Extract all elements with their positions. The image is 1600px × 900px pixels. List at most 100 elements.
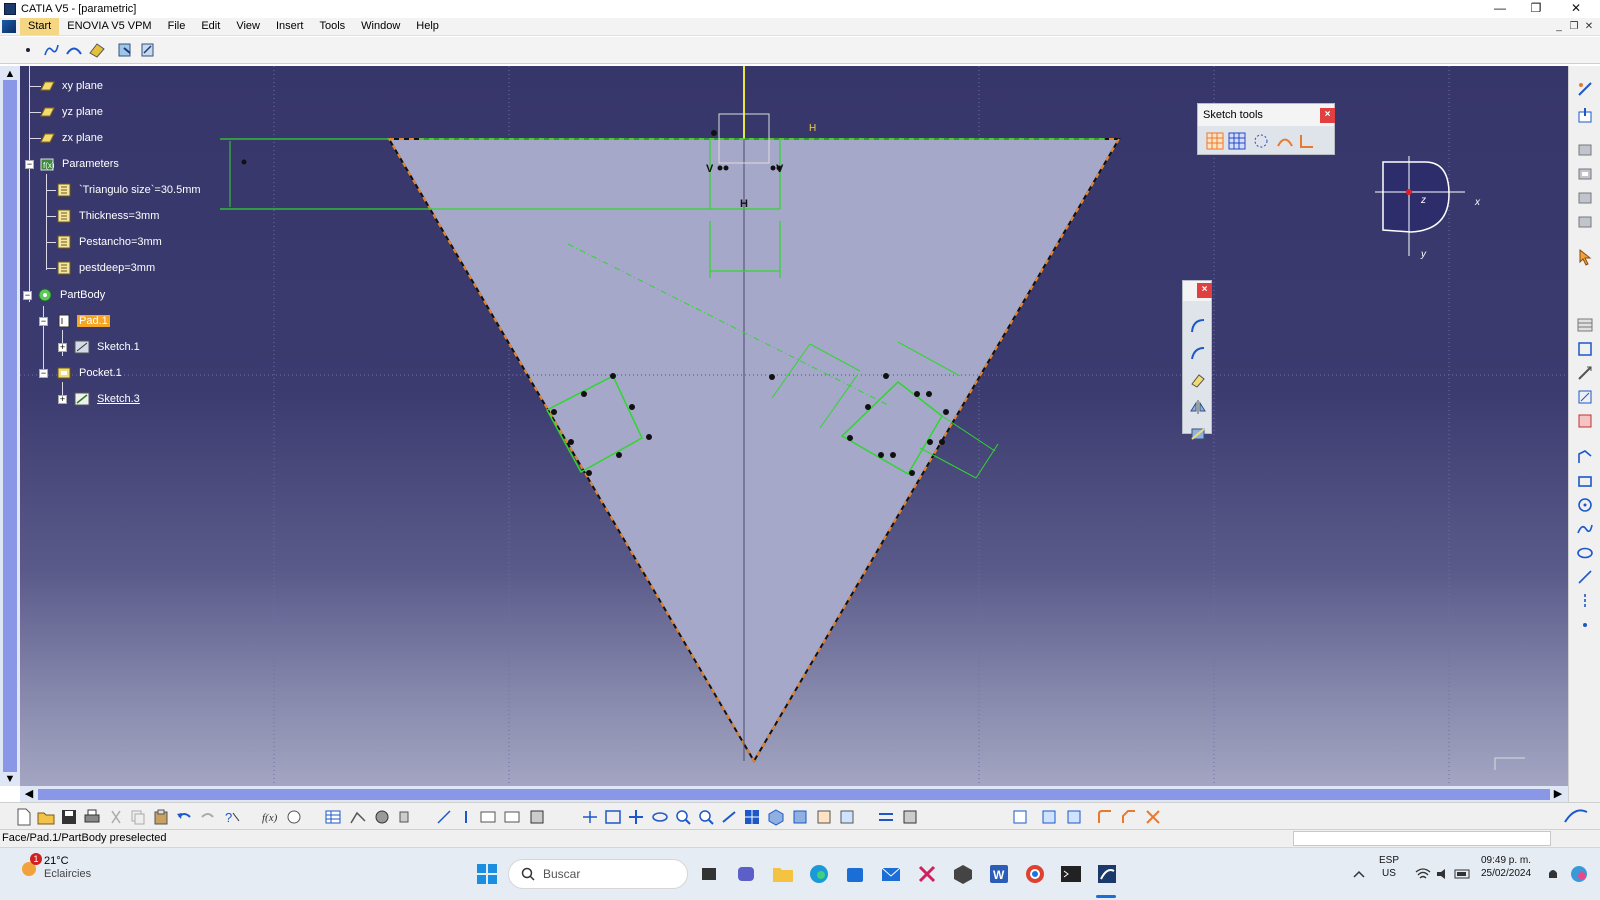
dimensional-constraints-icon[interactable]: [1298, 132, 1316, 153]
tree-item-parameter-thickness[interactable]: Thickness=3mm: [55, 207, 161, 225]
chrome-icon[interactable]: [1022, 861, 1048, 887]
notifications-icon[interactable]: [1540, 861, 1566, 887]
animate-constraint-icon[interactable]: [1575, 388, 1595, 406]
tree-item-parameter-pestdeep[interactable]: pestdeep=3mm: [55, 259, 157, 277]
rotate-icon[interactable]: [650, 807, 670, 827]
measure-icon[interactable]: [396, 807, 416, 827]
auto-constraint-icon[interactable]: [1575, 364, 1595, 382]
mirror-icon[interactable]: [1189, 398, 1207, 419]
menu-start[interactable]: Start: [20, 18, 60, 35]
snap-to-point-icon[interactable]: [1228, 132, 1246, 153]
tree-item-zx-plane[interactable]: zx plane: [38, 129, 105, 147]
line-icon[interactable]: [1575, 568, 1595, 586]
doc-restore-button[interactable]: ❐: [1567, 20, 1581, 34]
grid-icon[interactable]: [1206, 132, 1224, 153]
tree-item-pad[interactable]: Pad.1: [55, 312, 110, 330]
constraint-table-icon[interactable]: [1575, 316, 1595, 334]
fit-all-icon[interactable]: [603, 807, 623, 827]
formula-icon[interactable]: f(x): [260, 807, 280, 827]
app-3d-icon[interactable]: [950, 861, 976, 887]
menu-help[interactable]: Help: [408, 18, 447, 35]
spline-icon[interactable]: [41, 40, 61, 60]
trim-icon[interactable]: [1143, 807, 1163, 827]
scroll-right-icon[interactable]: ▶: [1551, 787, 1565, 801]
catia-taskbar-icon[interactable]: [1094, 861, 1120, 887]
multi-view-icon[interactable]: [742, 807, 762, 827]
close-button[interactable]: ✕: [1558, 0, 1594, 18]
menu-enovia[interactable]: ENOVIA V5 VPM: [59, 18, 159, 35]
command-input[interactable]: [1293, 831, 1551, 846]
menu-window[interactable]: Window: [353, 18, 408, 35]
tree-item-partbody[interactable]: PartBody: [36, 286, 107, 304]
profile-icon[interactable]: [1575, 448, 1595, 466]
measure-between-icon[interactable]: [434, 807, 454, 827]
redo-icon[interactable]: [198, 807, 218, 827]
maximize-button[interactable]: ❐: [1518, 0, 1554, 18]
scroll-up-icon[interactable]: ▲: [4, 68, 16, 80]
open-folder-icon[interactable]: [36, 807, 56, 827]
battery-icon[interactable]: [1450, 861, 1476, 887]
expand-pad-icon[interactable]: −: [39, 317, 48, 326]
select-arrow-icon[interactable]: [1575, 248, 1595, 266]
start-icon[interactable]: [2, 20, 16, 33]
sketch-icon[interactable]: [138, 40, 158, 60]
fly-mode-icon[interactable]: [580, 807, 600, 827]
tree-item-parameters[interactable]: f(x) Parameters: [38, 155, 121, 173]
store-icon[interactable]: [842, 861, 868, 887]
tree-item-yz-plane[interactable]: yz plane: [38, 103, 105, 121]
scroll-left-icon[interactable]: ◀: [22, 787, 36, 801]
tree-item-parameter-triangulo[interactable]: `Triangulo size`=30.5mm: [55, 181, 203, 199]
new-document-icon[interactable]: [14, 807, 34, 827]
eraser-icon[interactable]: [1189, 371, 1207, 392]
point-icon[interactable]: [18, 40, 38, 60]
tree-tools-icon[interactable]: [478, 807, 498, 827]
measure-item-icon[interactable]: [456, 807, 476, 827]
operation-icon[interactable]: [1039, 807, 1059, 827]
pan-icon[interactable]: [626, 807, 646, 827]
doc-close-button[interactable]: ✕: [1582, 20, 1596, 34]
ellipse-icon[interactable]: [1575, 544, 1595, 562]
undo-icon[interactable]: [174, 807, 194, 827]
clock[interactable]: 09:49 p. m. 25/02/2024: [1474, 854, 1538, 880]
menu-file[interactable]: File: [160, 18, 194, 35]
menu-edit[interactable]: Edit: [193, 18, 228, 35]
normal-view-icon[interactable]: [719, 807, 739, 827]
three-point-arc-icon[interactable]: [1189, 344, 1207, 365]
minimize-button[interactable]: —: [1482, 0, 1518, 18]
law-icon[interactable]: [348, 807, 368, 827]
show-hidden-icons-icon[interactable]: [1346, 861, 1372, 887]
copilot-icon[interactable]: [1566, 861, 1592, 887]
design-table-icon[interactable]: [323, 807, 343, 827]
3d-viewport[interactable]: H H V V xy plane yz plane zx plane − f(x…: [20, 66, 1568, 786]
shaft-tool-icon[interactable]: [1575, 188, 1595, 206]
tree-item-xy-plane[interactable]: xy plane: [38, 77, 105, 95]
spline-tool-icon[interactable]: [1575, 520, 1595, 538]
expand-pocket-icon[interactable]: −: [39, 369, 48, 378]
apply-material-icon[interactable]: [528, 807, 548, 827]
file-explorer-icon[interactable]: [770, 861, 796, 887]
corner-icon[interactable]: [1095, 807, 1115, 827]
construction-element-icon[interactable]: [1250, 132, 1272, 153]
expand-parameters-icon[interactable]: −: [25, 160, 34, 169]
vertical-scroll-track[interactable]: [3, 80, 17, 772]
terminal-icon[interactable]: [1058, 861, 1084, 887]
project-3d-elements-icon[interactable]: [1189, 425, 1207, 446]
circle-icon[interactable]: [1575, 496, 1595, 514]
profile-tools-close-button[interactable]: ×: [1197, 283, 1212, 298]
tree-item-sketch3[interactable]: Sketch.3: [73, 390, 142, 408]
help-icon[interactable]: ?: [222, 807, 242, 827]
project-3d-icon[interactable]: [87, 40, 107, 60]
sketch-canvas[interactable]: H H V V: [20, 66, 1568, 786]
compass-widget[interactable]: [1375, 156, 1495, 266]
edge-icon[interactable]: [806, 861, 832, 887]
exit-workbench-icon[interactable]: [115, 40, 135, 60]
scroll-down-icon[interactable]: ▼: [4, 773, 16, 785]
save-icon[interactable]: [59, 807, 79, 827]
sketcher-exit-icon[interactable]: [1575, 80, 1595, 98]
axis-icon[interactable]: [1575, 592, 1595, 610]
analysis-icon[interactable]: [502, 807, 522, 827]
arc-icon[interactable]: [1189, 317, 1207, 338]
zoom-in-icon[interactable]: [673, 807, 693, 827]
catalog-icon[interactable]: [372, 807, 392, 827]
tree-item-sketch1[interactable]: Sketch.1: [73, 338, 142, 356]
